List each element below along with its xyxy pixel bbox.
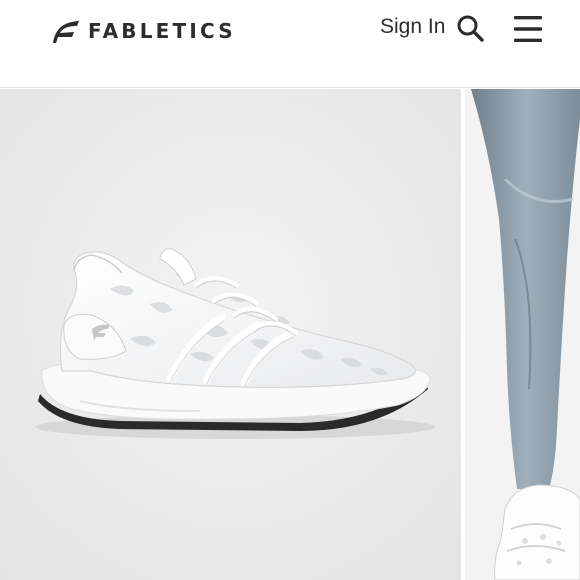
sign-in-link[interactable]: Sign In [380,14,445,40]
product-image-gallery[interactable] [0,89,580,580]
product-image-sneaker[interactable] [0,89,465,580]
leggings-image [465,89,580,580]
fabletics-f-icon [53,21,79,43]
brand-name: FABLETICS [88,19,236,43]
product-image-leggings[interactable] [465,89,580,580]
site-header: FABLETICS Sign In [0,0,580,88]
fabletics-logo[interactable]: FABLETICS [50,16,236,46]
search-icon[interactable] [456,14,484,42]
hamburger-menu-icon[interactable] [513,14,543,44]
sneaker-image [0,89,465,580]
